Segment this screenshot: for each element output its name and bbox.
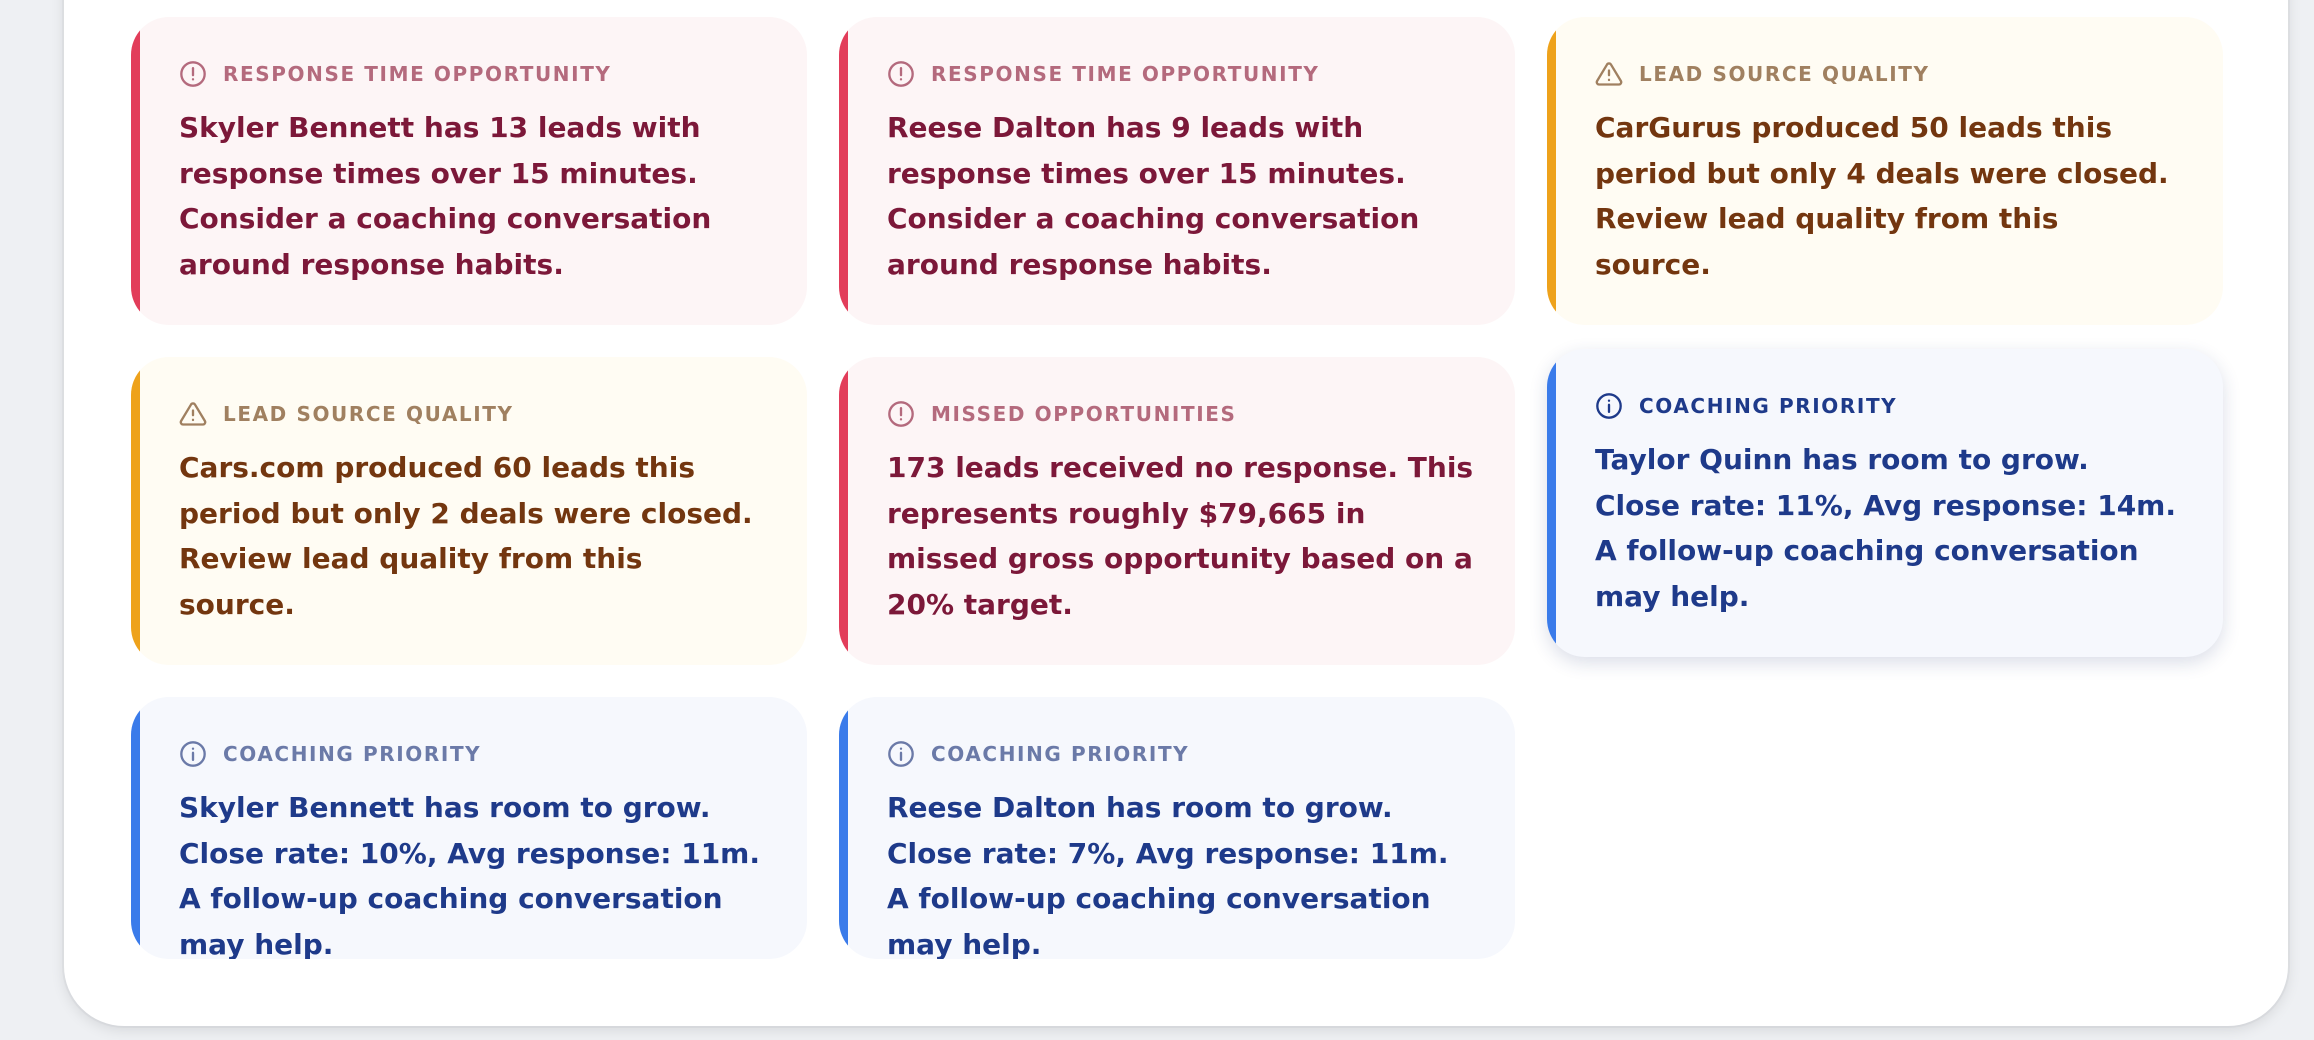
info-circle-icon	[887, 740, 915, 768]
card-header: COACHING PRIORITY	[1595, 391, 2183, 421]
alert-circle-icon	[887, 400, 915, 428]
card-header: COACHING PRIORITY	[887, 739, 1475, 769]
insight-category: LEAD SOURCE QUALITY	[223, 402, 514, 426]
insight-card-lead-source: LEAD SOURCE QUALITY Cars.com produced 60…	[131, 357, 807, 665]
card-header: RESPONSE TIME OPPORTUNITY	[179, 59, 767, 89]
alert-circle-icon	[179, 60, 207, 88]
insight-card-coaching-priority: COACHING PRIORITY Skyler Bennett has roo…	[131, 697, 807, 959]
card-header: RESPONSE TIME OPPORTUNITY	[887, 59, 1475, 89]
insight-category: COACHING PRIORITY	[223, 742, 482, 766]
warning-triangle-icon	[1595, 60, 1623, 88]
insight-message: 173 leads received no response. This rep…	[887, 451, 1474, 621]
info-circle-icon	[179, 740, 207, 768]
card-header: MISSED OPPORTUNITIES	[887, 399, 1475, 429]
insight-card-missed-opportunities: MISSED OPPORTUNITIES 173 leads received …	[839, 357, 1515, 665]
insight-category: COACHING PRIORITY	[931, 742, 1190, 766]
insight-card-lead-source: LEAD SOURCE QUALITY CarGurus produced 50…	[1547, 17, 2223, 325]
card-header: COACHING PRIORITY	[179, 739, 767, 769]
warning-triangle-icon	[179, 400, 207, 428]
insight-message: Skyler Bennett has room to grow. Close r…	[179, 791, 760, 959]
insight-message: Taylor Quinn has room to grow. Close rat…	[1595, 443, 2176, 613]
insight-card-coaching-priority: COACHING PRIORITY Reese Dalton has room …	[839, 697, 1515, 959]
insight-category: RESPONSE TIME OPPORTUNITY	[931, 62, 1320, 86]
insight-message: Cars.com produced 60 leads this period b…	[179, 451, 753, 621]
insight-message: CarGurus produced 50 leads this period b…	[1595, 111, 2169, 281]
insight-message: Reese Dalton has 9 leads with response t…	[887, 111, 1420, 281]
insight-message: Skyler Bennett has 13 leads with respons…	[179, 111, 712, 281]
insight-category: RESPONSE TIME OPPORTUNITY	[223, 62, 612, 86]
alert-circle-icon	[887, 60, 915, 88]
card-header: LEAD SOURCE QUALITY	[179, 399, 767, 429]
insight-card-coaching-priority[interactable]: COACHING PRIORITY Taylor Quinn has room …	[1547, 349, 2223, 657]
insight-category: MISSED OPPORTUNITIES	[931, 402, 1237, 426]
insight-card-response-time: RESPONSE TIME OPPORTUNITY Skyler Bennett…	[131, 17, 807, 325]
insight-card-response-time: RESPONSE TIME OPPORTUNITY Reese Dalton h…	[839, 17, 1515, 325]
card-header: LEAD SOURCE QUALITY	[1595, 59, 2183, 89]
insight-category: LEAD SOURCE QUALITY	[1639, 62, 1930, 86]
insight-message: Reese Dalton has room to grow. Close rat…	[887, 791, 1449, 959]
insight-category: COACHING PRIORITY	[1639, 394, 1898, 418]
info-circle-icon	[1595, 392, 1623, 420]
